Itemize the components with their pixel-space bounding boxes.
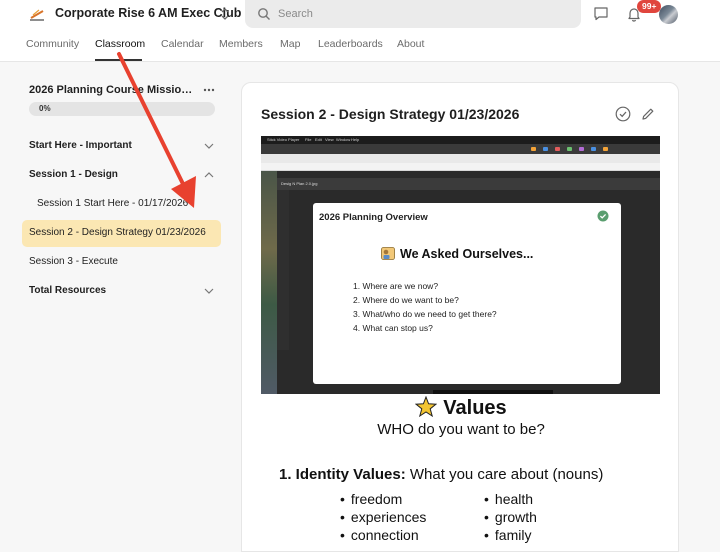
section-session-1[interactable]: Session 1 - Design — [29, 169, 118, 180]
list-item: 2. Where do we want to be? — [353, 295, 459, 305]
question-list: 1. Where are we now? 2. Where do we want… — [353, 281, 497, 337]
video-bottom-bar — [433, 390, 553, 394]
main-nav: Community Classroom Calendar Members Map… — [0, 38, 720, 62]
video-side-photo — [261, 171, 277, 394]
video-menu-item: File — [305, 137, 312, 142]
chevron-up-icon[interactable] — [204, 172, 214, 178]
tab-members[interactable]: Members — [219, 38, 263, 50]
identity-values-label: 1. Identity Values: — [279, 466, 406, 483]
tab-about[interactable]: About — [397, 38, 424, 50]
mark-complete-icon[interactable] — [615, 106, 631, 122]
list-item: experiences — [340, 509, 427, 527]
search-bar[interactable]: Search — [245, 0, 581, 28]
tab-leaderboards[interactable]: Leaderboards — [318, 38, 383, 50]
lesson-session-3[interactable]: Session 3 - Execute — [29, 256, 118, 267]
top-header: Corporate Rise 6 AM Exec Club Search 99+… — [0, 0, 720, 62]
slide-heading: We Asked Ourselves... — [381, 247, 533, 261]
list-item: 4. What can stop us? — [353, 323, 433, 333]
thinking-person-icon — [381, 247, 395, 260]
tab-map[interactable]: Map — [280, 38, 300, 50]
tab-calendar[interactable]: Calendar — [161, 38, 204, 50]
slide-heading-text: We Asked Ourselves... — [400, 247, 534, 261]
values-heading: Values — [242, 396, 678, 420]
list-item: 3. What/who do we need to get there? — [353, 309, 497, 319]
more-options-icon[interactable] — [203, 88, 215, 92]
course-sidebar: 2026 Planning Course Mission V... 0% Sta… — [0, 62, 240, 552]
list-item: growth — [484, 509, 537, 527]
chat-icon[interactable] — [593, 6, 609, 21]
list-item: health — [484, 491, 537, 509]
chevron-down-icon[interactable] — [204, 143, 214, 149]
video-browser-tabs — [261, 144, 660, 154]
video-player[interactable]: Stick Video Player File Edit View Window… — [261, 136, 660, 394]
lesson-session-1-start[interactable]: Session 1 Start Here - 01/17/2026 — [37, 198, 188, 209]
search-icon — [258, 8, 270, 20]
video-menu-item: Help — [351, 137, 360, 142]
chevron-down-icon[interactable] — [204, 288, 214, 294]
search-input[interactable]: Search — [278, 8, 313, 20]
course-progress-bar: 0% — [29, 102, 215, 116]
video-address-bar — [261, 154, 660, 163]
check-circle-icon — [597, 210, 609, 222]
video-menu-item: Window — [336, 137, 351, 142]
progress-label: 0% — [39, 104, 51, 113]
lesson-title: Session 2 - Design Strategy 01/23/2026 — [261, 106, 520, 122]
list-item: 1. Where are we now? — [353, 281, 439, 291]
avatar[interactable] — [659, 5, 678, 24]
section-total-resources[interactable]: Total Resources — [29, 285, 106, 296]
section-start-here[interactable]: Start Here - Important — [29, 140, 132, 151]
edit-icon[interactable] — [641, 107, 655, 121]
list-item: freedom — [340, 491, 426, 509]
lesson-card: Session 2 - Design Strategy 01/23/2026 S… — [241, 82, 679, 552]
video-sidebar — [277, 190, 289, 350]
lesson-session-2-active[interactable]: Session 2 - Design Strategy 01/23/2026 — [29, 227, 206, 238]
values-subtitle: WHO do you want to be? — [377, 421, 545, 438]
active-tab-indicator — [95, 59, 142, 61]
identity-values-desc: What you care about (nouns) — [405, 466, 604, 483]
video-menubar: Stick Video Player File Edit View Window… — [261, 136, 660, 144]
list-item: family — [484, 527, 537, 545]
tab-community[interactable]: Community — [26, 38, 79, 50]
presentation-slide: 2026 Planning Overview We Asked Ourselve… — [313, 203, 621, 384]
values-list-2: health growth family — [484, 491, 537, 545]
slide-header: 2026 Planning Overview — [319, 212, 428, 223]
values-list-1: freedom experiences connection — [340, 491, 427, 545]
video-bookmarks-bar — [261, 163, 660, 171]
video-file-name: Desig N Plan 2.0.jpg — [281, 181, 318, 186]
video-menu-item: View — [325, 137, 334, 142]
club-name[interactable]: Corporate Rise 6 AM Exec Club — [55, 6, 241, 20]
tab-classroom[interactable]: Classroom — [95, 38, 145, 50]
club-logo-icon[interactable] — [29, 7, 45, 21]
star-icon — [415, 396, 438, 418]
identity-values-line: 1. Identity Values: What you care about … — [279, 466, 603, 483]
values-title-text: Values — [443, 397, 507, 419]
list-item: connection — [340, 527, 426, 545]
notification-badge: 99+ — [637, 0, 662, 13]
switch-group-icon[interactable] — [219, 6, 231, 22]
video-menu-item: Edit — [315, 137, 322, 142]
video-menu-item: Stick Video Player — [267, 137, 300, 142]
course-title: 2026 Planning Course Mission V... — [29, 84, 197, 96]
video-file-toolbar: Desig N Plan 2.0.jpg — [277, 178, 660, 190]
